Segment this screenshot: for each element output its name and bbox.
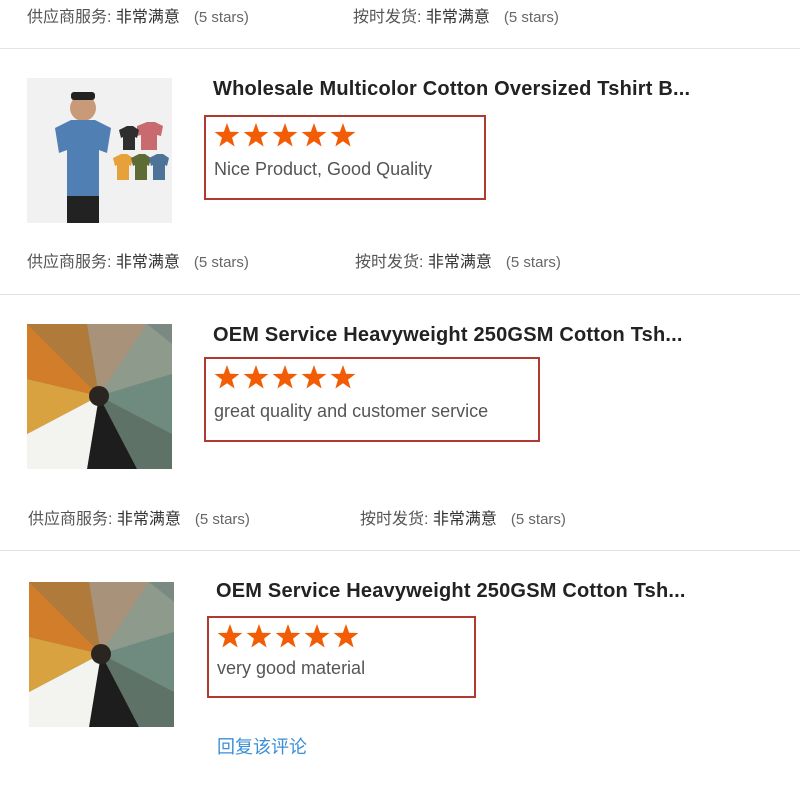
star-icon xyxy=(243,365,269,389)
tshirt-fan-image xyxy=(29,582,174,727)
star-icon xyxy=(301,365,327,389)
shipping-value: 非常满意 xyxy=(427,254,492,271)
shipping-value: 非常满意 xyxy=(432,511,497,528)
supplier-service-label: 供应商服务: xyxy=(28,511,113,528)
supplier-service-value: 非常满意 xyxy=(115,254,180,271)
supplier-service-stars: (5 stars) xyxy=(194,511,250,528)
supplier-service-stars: (5 stars) xyxy=(193,254,249,271)
product-thumbnail[interactable] xyxy=(29,582,174,727)
star-icon xyxy=(304,624,330,648)
product-title[interactable]: Wholesale Multicolor Cotton Oversized Ts… xyxy=(213,78,690,101)
divider xyxy=(0,294,800,295)
product-thumbnail[interactable] xyxy=(27,324,172,469)
on-time-shipping-rating: 按时发货: 非常满意 (5 stars) xyxy=(353,3,559,27)
review-text: very good material xyxy=(217,658,366,678)
shipping-stars: (5 stars) xyxy=(505,254,561,271)
star-icons xyxy=(217,624,359,648)
supplier-service-rating: 供应商服务: 非常满意 (5 stars) xyxy=(27,248,249,272)
tshirt-fan-image xyxy=(27,324,172,469)
star-rating xyxy=(217,623,367,649)
shipping-value: 非常满意 xyxy=(425,9,490,26)
supplier-service-label: 供应商服务: xyxy=(27,254,112,271)
supplier-service-label: 供应商服务: xyxy=(27,9,112,26)
shipping-label: 按时发货: xyxy=(355,254,424,271)
product-title[interactable]: OEM Service Heavyweight 250GSM Cotton Ts… xyxy=(216,580,686,603)
star-icons xyxy=(214,123,356,147)
divider xyxy=(0,48,800,49)
star-icon xyxy=(272,365,298,389)
on-time-shipping-rating: 按时发货: 非常满意 (5 stars) xyxy=(355,248,561,272)
review-highlight-box: Nice Product, Good Quality xyxy=(204,115,486,200)
supplier-service-stars: (5 stars) xyxy=(193,9,249,26)
star-icon xyxy=(301,123,327,147)
rating-summary-row: 供应商服务: 非常满意 (5 stars) 按时发货: 非常满意 (5 stars) xyxy=(0,3,800,33)
review-highlight-box: great quality and customer service xyxy=(204,357,540,442)
star-rating xyxy=(214,364,364,390)
supplier-service-value: 非常满意 xyxy=(115,9,180,26)
shipping-stars: (5 stars) xyxy=(503,9,559,26)
shipping-stars: (5 stars) xyxy=(510,511,566,528)
review-highlight-box: very good material xyxy=(207,616,476,698)
star-icon xyxy=(333,624,359,648)
supplier-service-value: 非常满意 xyxy=(116,511,181,528)
on-time-shipping-rating: 按时发货: 非常满意 (5 stars) xyxy=(360,505,566,529)
shipping-label: 按时发货: xyxy=(353,9,422,26)
star-icons xyxy=(214,365,356,389)
shipping-label: 按时发货: xyxy=(360,511,429,528)
supplier-service-rating: 供应商服务: 非常满意 (5 stars) xyxy=(27,3,249,27)
reply-to-review-link[interactable]: 回复该评论 xyxy=(217,733,307,759)
star-icon xyxy=(214,123,240,147)
supplier-service-rating: 供应商服务: 非常满意 (5 stars) xyxy=(28,505,250,529)
star-icon xyxy=(272,123,298,147)
star-icon xyxy=(243,123,269,147)
star-icon xyxy=(246,624,272,648)
star-icon xyxy=(214,365,240,389)
product-title[interactable]: OEM Service Heavyweight 250GSM Cotton Ts… xyxy=(213,324,683,347)
review-text: Nice Product, Good Quality xyxy=(214,159,433,179)
divider xyxy=(0,550,800,551)
star-icon xyxy=(275,624,301,648)
rating-summary-row: 供应商服务: 非常满意 (5 stars) 按时发货: 非常满意 (5 stars) xyxy=(0,248,800,278)
product-thumbnail[interactable] xyxy=(27,78,172,223)
rating-summary-row: 供应商服务: 非常满意 (5 stars) 按时发货: 非常满意 (5 stars) xyxy=(0,505,800,535)
review-text: great quality and customer service xyxy=(214,401,489,421)
tshirt-model-image xyxy=(27,78,172,223)
star-icon xyxy=(330,365,356,389)
star-icon xyxy=(217,624,243,648)
star-rating xyxy=(214,122,364,148)
star-icon xyxy=(330,123,356,147)
